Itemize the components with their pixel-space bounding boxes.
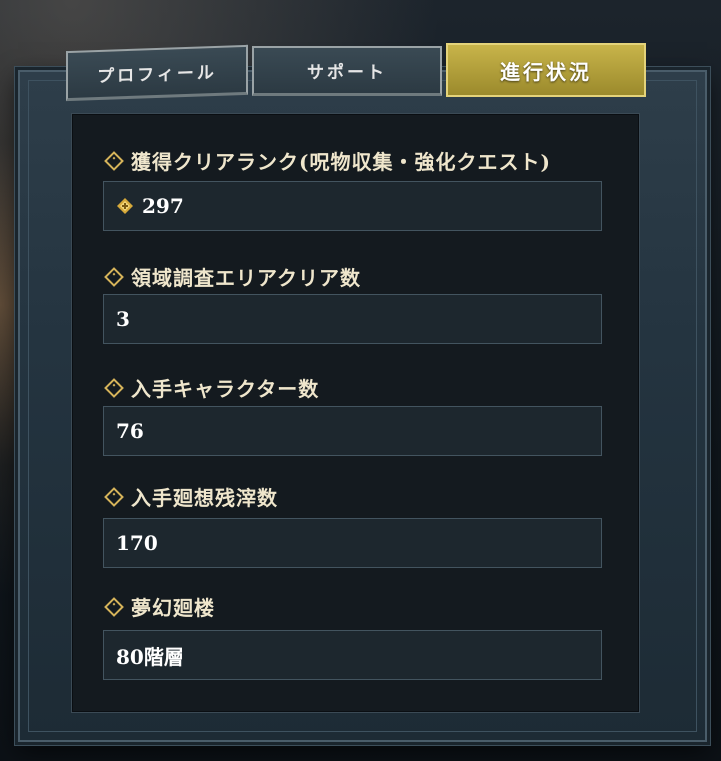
tab-profile[interactable]: プロフィール: [66, 44, 248, 102]
stat-value-characters: 76: [103, 406, 602, 456]
stat-label-characters: 入手キャラクター数: [103, 373, 319, 402]
stat-label-text: 夢幻廻楼: [131, 596, 215, 620]
stat-value-text: 170: [116, 531, 158, 555]
tab-support-label: サポート: [307, 63, 387, 83]
rank-icon: [117, 198, 133, 214]
stat-label-area-clear: 領域調査エリアクリア数: [103, 262, 361, 291]
stat-value-text: 80階層: [116, 644, 184, 669]
stat-label-text: 入手廻想残滓数: [131, 486, 278, 510]
stat-value-area-clear: 3: [103, 294, 602, 344]
tab-support[interactable]: サポート: [252, 46, 442, 96]
stat-label-text: 入手キャラクター数: [131, 377, 320, 401]
stat-value-dream-tower: 80階層: [103, 630, 602, 680]
stat-value-clear-rank: 297: [103, 181, 602, 231]
diamond-bullet-icon: [104, 266, 124, 287]
stat-label-dream-tower: 夢幻廻楼: [103, 592, 215, 621]
stat-value-remnants: 170: [103, 518, 602, 568]
stat-value-text: 76: [116, 419, 144, 443]
diamond-bullet-icon: [104, 596, 124, 617]
diamond-bullet-icon: [104, 377, 124, 398]
stat-label-remnants: 入手廻想残滓数: [103, 482, 278, 511]
stat-value-text: 297: [142, 194, 184, 218]
diamond-bullet-icon: [104, 486, 124, 507]
stat-value-text: 3: [116, 307, 130, 331]
tab-progress[interactable]: 進行状況: [446, 43, 646, 97]
diamond-bullet-icon: [104, 150, 124, 171]
stat-label-text: 獲得クリアランク(呪物収集・強化クエスト): [131, 150, 551, 174]
tab-progress-label: 進行状況: [500, 59, 592, 84]
stat-label-text: 領域調査エリアクリア数: [131, 266, 361, 290]
stat-label-clear-rank: 獲得クリアランク(呪物収集・強化クエスト): [103, 146, 551, 175]
tab-profile-label: プロフィール: [97, 62, 217, 88]
